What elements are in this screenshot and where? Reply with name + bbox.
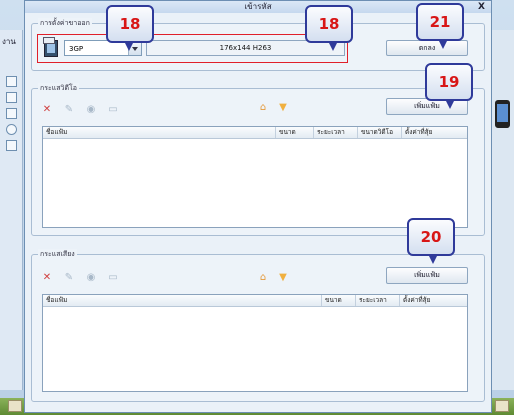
delete-x-icon[interactable]: ✕ — [42, 273, 52, 283]
audio-stream-label: กระแสเสียง — [38, 249, 77, 259]
col-filename[interactable]: ชื่อแฟ้ม — [43, 127, 275, 138]
info-icon[interactable]: ▭ — [108, 273, 118, 283]
col-size[interactable]: ขนาด — [275, 127, 313, 138]
col-settings[interactable]: ตั้งค่าที่สุ้ย — [399, 295, 469, 306]
callout-20-add-audio: 20 — [407, 218, 455, 256]
background-left-label: งาน — [2, 37, 16, 46]
home-arrow-icon[interactable]: ⌂ — [258, 273, 268, 283]
info-icon[interactable]: ▭ — [108, 105, 118, 115]
callout-tail — [438, 39, 448, 49]
callout-tail — [124, 41, 134, 51]
settings-icon[interactable]: ◉ — [86, 273, 96, 283]
output-settings-label: การตั้งค่าขาออก — [38, 18, 92, 28]
col-size[interactable]: ขนาด — [321, 295, 355, 306]
callout-18-format: 18 — [106, 5, 154, 43]
audio-file-table[interactable]: ชื่อแฟ้ม ขนาด ระยะเวลา ตั้งค่าที่สุ้ย — [42, 294, 468, 392]
col-video-size[interactable]: ขนาดวิดีโอ — [357, 127, 401, 138]
background-right-panel — [492, 30, 514, 390]
home-arrow-icon[interactable]: ⌂ — [258, 103, 268, 113]
col-duration[interactable]: ระยะเวลา — [355, 295, 399, 306]
phone-icon — [495, 100, 510, 128]
callout-tail — [428, 254, 438, 264]
audio-stream-group: กระแสเสียง ✕ ✎ ◉ ▭ ⌂ ▼ เพิ่มแฟ้ม ชื่อแฟ้… — [31, 249, 485, 402]
callout-tail — [328, 41, 338, 51]
ok-button[interactable]: ตกลง — [386, 40, 468, 56]
encode-dialog: เข้ารหัส X การตั้งค่าขาออก 3GP 176x144 H… — [24, 0, 492, 413]
col-settings[interactable]: ตั้งค่าที่สุ้ย — [401, 127, 469, 138]
video-table-header: ชื่อแฟ้ม ขนาด ระยะเวลา ขนาดวิดีโอ ตั้งค่… — [43, 127, 467, 139]
callout-21-ok: 21 — [416, 3, 464, 41]
col-duration[interactable]: ระยะเวลา — [313, 127, 357, 138]
side-globe-icon[interactable] — [6, 124, 17, 135]
video-stream-group: กระแสวิดีโอ ✕ ✎ ◉ ▭ ⌂ ▼ เพิ่มแฟ้ม ชื่อแฟ… — [31, 83, 485, 236]
delete-x-icon[interactable]: ✕ — [42, 105, 52, 115]
clear-icon[interactable]: ✎ — [64, 105, 74, 115]
callout-18-resolution: 18 — [305, 5, 353, 43]
side-image-icon[interactable] — [6, 108, 17, 119]
side-window-icon[interactable] — [6, 140, 17, 151]
clear-icon[interactable]: ✎ — [64, 273, 74, 283]
callout-tail — [445, 99, 455, 109]
audio-table-header: ชื่อแฟ้ม ขนาด ระยะเวลา ตั้งค่าที่สุ้ย — [43, 295, 467, 307]
side-list-icon[interactable] — [6, 76, 17, 87]
down-arrow-icon[interactable]: ▼ — [278, 273, 288, 283]
format-value: 3GP — [69, 45, 84, 53]
callout-19-add-video: 19 — [425, 63, 473, 101]
video-stream-label: กระแสวิดีโอ — [38, 83, 79, 93]
3gp-file-icon — [43, 37, 58, 57]
side-music-icon[interactable] — [6, 92, 17, 103]
down-arrow-icon[interactable]: ▼ — [278, 103, 288, 113]
taskbar-folder-icon[interactable] — [8, 400, 22, 412]
background-left-panel: งาน — [0, 30, 23, 390]
taskbar-tray-icon[interactable] — [495, 400, 509, 412]
add-audio-file-button[interactable]: เพิ่มแฟ้ม — [386, 267, 468, 284]
video-file-table[interactable]: ชื่อแฟ้ม ขนาด ระยะเวลา ขนาดวิดีโอ ตั้งค่… — [42, 126, 468, 228]
col-filename[interactable]: ชื่อแฟ้ม — [43, 295, 321, 306]
settings-icon[interactable]: ◉ — [86, 105, 96, 115]
close-icon[interactable]: X — [478, 1, 485, 13]
